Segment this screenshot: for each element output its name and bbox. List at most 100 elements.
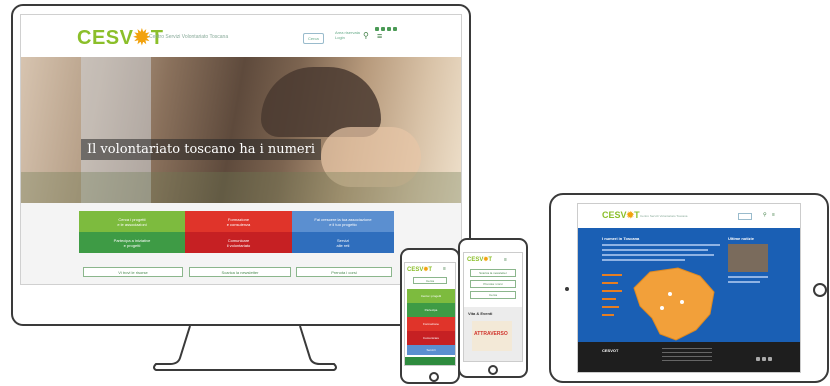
instagram-icon[interactable] [393,27,397,31]
tile-label: Cerca i progetti e le associazioni [117,216,147,227]
search-icon[interactable]: ⚲ [363,31,369,40]
phone-small-home-button [429,372,439,382]
text-line [728,276,768,278]
header-search-button[interactable]: Cerca [303,33,324,44]
list-item[interactable] [602,314,614,316]
tile-communicate[interactable]: Comunicare il volontariato [185,232,292,253]
tile-label: Comunicare [422,335,440,340]
phone-newsletter-button[interactable]: Scarica la newsletter [470,269,516,277]
tile-label: Cerca i progetti [420,293,442,298]
footer-link[interactable] [662,348,712,349]
hero-title: Il volontariato toscano ha i numeri [81,139,322,160]
phone-tile-services[interactable]: Servizi [407,345,455,355]
event-poster[interactable]: ATTRAVERSO [472,321,512,351]
tuscany-map[interactable] [630,266,720,344]
menu-icon[interactable]: ≡ [504,257,507,263]
list-item[interactable] [602,282,618,284]
logo-text-prefix: CESV [407,267,424,273]
site-tagline: Centro Servizi Volontariato Toscana [149,34,229,40]
tablet-section-title: I numeri in Toscana [602,236,640,241]
tile-network-services[interactable]: Servizi alle reti [292,232,394,253]
tablet-header: CESV✹T Centro Servizi Volontariato Tosca… [578,204,800,228]
menu-icon[interactable]: ≡ [772,212,775,218]
text-line [602,244,720,246]
poster-text: ATTRAVERSO [474,331,508,337]
text-line [602,259,685,261]
logo-text-suffix: T [488,257,493,263]
news-text [728,276,768,283]
phone-small-screen: CESV✹T ≡ Cerca Cerca i progetti Partecip… [404,262,456,366]
footer-links[interactable] [662,348,712,361]
phone-tile-search[interactable]: Cerca i progetti [407,289,455,303]
footer-link[interactable] [662,352,712,353]
sun-icon: ✹ [626,210,635,220]
footer-brand: CESVOT [602,348,619,353]
tile-label: Formazione [423,321,439,326]
tablet-side-title: Ultime notizie [728,236,755,241]
phone-large-screen: CESV✹T ≡ Scarica la newsletter Prenota i… [463,252,523,362]
phone-large-home-button [488,365,498,375]
menu-icon[interactable]: ≡ [443,266,446,272]
site-header: CESV✹T Centro Servizi Volontariato Tosca… [21,15,461,57]
header-account-links[interactable]: Area riservata Login [335,30,360,40]
twitter-icon[interactable] [762,357,766,361]
tablet-screen: CESV✹T Centro Servizi Volontariato Tosca… [577,203,801,373]
text-line [728,281,760,283]
tile-label: Comunicare il volontariato [226,237,251,248]
phone-tile-communicate[interactable]: Comunicare [407,331,455,345]
logo-text-prefix: CESV [602,210,627,220]
phone-footer-bar [405,357,455,365]
list-item[interactable] [602,274,622,276]
phone-large-logo: CESV✹T [467,256,492,263]
tile-label: Partecipa [424,307,438,312]
tile-participate[interactable]: Partecipa a iniziative e progetti [79,232,185,253]
tile-label: Formazione e consulenza [226,216,251,227]
tile-label: Servizi [426,347,436,352]
tile-label: Fai crescere la tua associazione e il tu… [314,216,372,227]
resources-button[interactable]: Vi trovi le risorse [83,267,183,277]
hero-photo-detail [21,172,461,203]
courses-button[interactable]: Prenota i corsi [296,267,392,277]
map-marker[interactable] [660,306,664,310]
map-marker[interactable] [668,292,672,296]
section-title: Vita & Eventi [468,311,493,316]
logo-text-suffix: T [634,210,640,220]
logo-text-prefix: CESV [467,257,484,263]
tablet-province-list[interactable] [602,274,622,334]
footer-link[interactable] [662,356,712,357]
footer-link[interactable] [662,360,712,361]
list-item[interactable] [602,298,616,300]
list-item[interactable] [602,290,622,292]
tile-search-projects[interactable]: Cerca i progetti e le associazioni [79,211,185,232]
phone-events-section: Vita & Eventi ATTRAVERSO [464,307,522,361]
tablet-search-button[interactable] [738,213,752,220]
footer-social-icons [754,348,772,366]
map-marker[interactable] [680,300,684,304]
youtube-icon[interactable] [768,357,772,361]
facebook-icon[interactable] [756,357,760,361]
tablet-tagline: Centro Servizi Volontariato Toscana [640,214,688,218]
search-icon[interactable]: ⚲ [763,212,767,218]
hero-banner [21,57,461,203]
text-line [602,249,709,251]
menu-icon[interactable]: ≡ [377,31,382,41]
logo-text-suffix: T [428,267,433,273]
list-item[interactable] [602,306,619,308]
news-photo[interactable] [728,244,768,272]
tablet-home-button [813,283,827,297]
tile-training[interactable]: Formazione e consulenza [185,211,292,232]
tablet-intro-text [602,244,720,264]
youtube-icon[interactable] [387,27,391,31]
phone-search-button[interactable]: Cerca [470,291,516,299]
phone-tile-training[interactable]: Formazione [407,317,455,331]
newsletter-button[interactable]: Scarica la newsletter [189,267,291,277]
monitor-stand [153,325,337,371]
tile-grow-association[interactable]: Fai crescere la tua associazione e il tu… [292,211,394,232]
desktop-screen: CESV✹T Centro Servizi Volontariato Tosca… [20,14,462,285]
tablet-camera [565,287,569,291]
phone-tile-participate[interactable]: Partecipa [407,303,455,317]
phone-courses-button[interactable]: Prenota i corsi [470,280,516,288]
phone-small-search-button[interactable]: Cerca [413,277,447,284]
tablet-logo[interactable]: CESV✹T [602,210,640,221]
login-link[interactable]: Login [335,35,360,40]
